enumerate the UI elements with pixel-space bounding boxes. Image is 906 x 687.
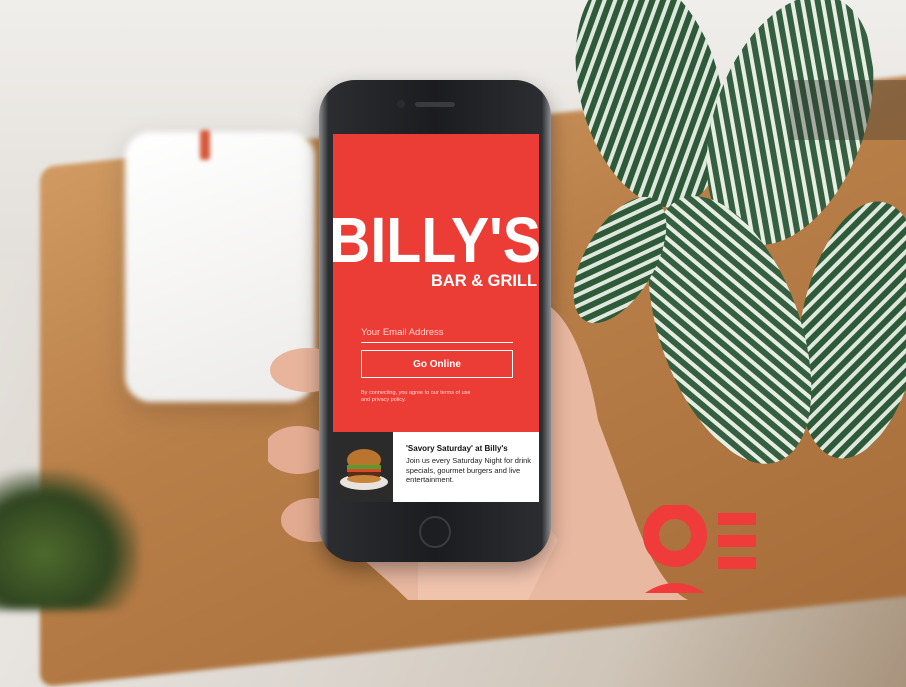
go-online-button[interactable]: Go Online (361, 350, 513, 378)
email-field[interactable] (361, 322, 513, 343)
promo-title: 'Savory Saturday' at Billy's (406, 444, 508, 453)
plant-left (0, 470, 140, 610)
smartphone: BILLY'S BAR & GRILL Go Online By connect… (319, 80, 551, 562)
terms-text: By connecting, you agree to our terms of… (361, 390, 471, 403)
brand-mark-icon (643, 505, 756, 593)
billys-logo: BILLY'S BAR & GRILL (333, 204, 539, 290)
logo-line2: BAR & GRILL (431, 271, 537, 290)
router-indicator (200, 130, 210, 160)
burger-photo (333, 432, 393, 502)
promo-body: Join us every Saturday Night for drink s… (406, 456, 532, 484)
promo-card[interactable]: 'Savory Saturday' at Billy's Join us eve… (333, 432, 539, 502)
front-camera (397, 100, 405, 108)
phone-screen: BILLY'S BAR & GRILL Go Online By connect… (333, 134, 539, 502)
earpiece-speaker (415, 102, 455, 107)
home-button[interactable] (419, 516, 451, 548)
logo-line1: BILLY'S (333, 204, 539, 276)
